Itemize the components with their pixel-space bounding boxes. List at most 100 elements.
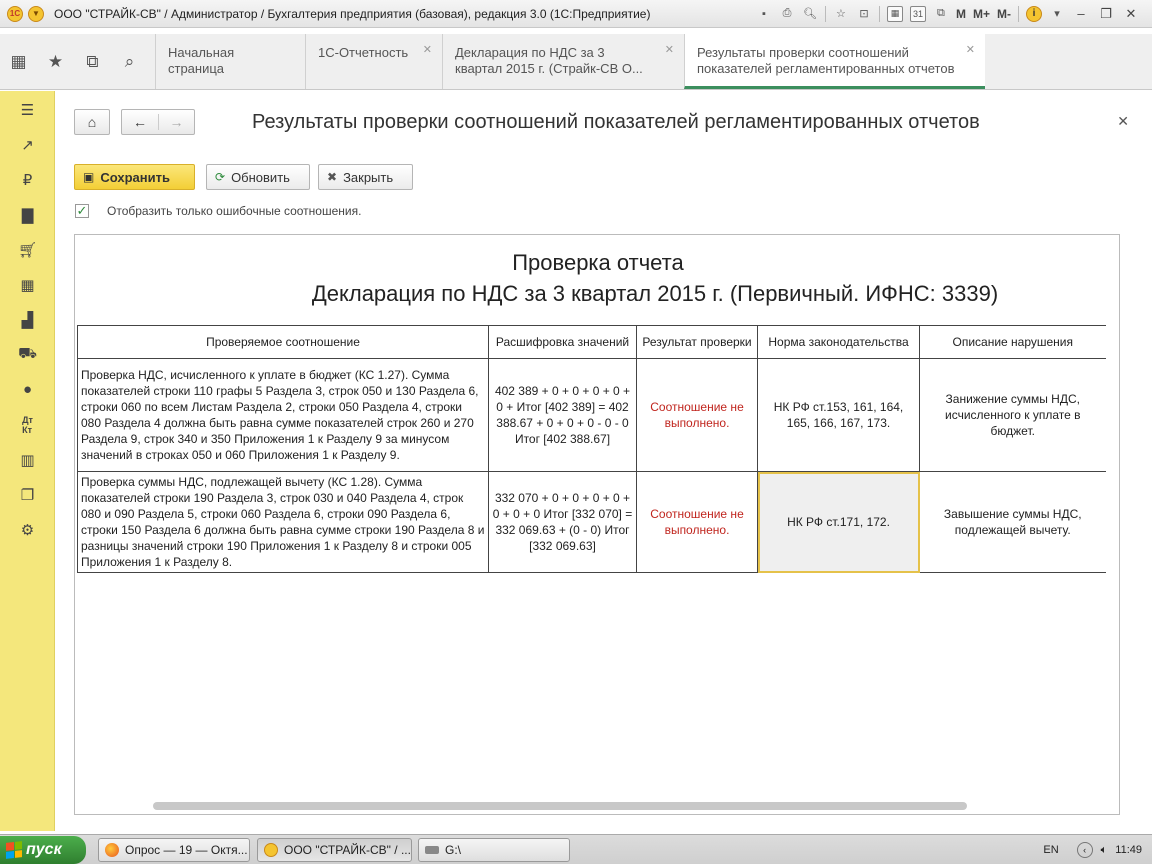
task-label: ООО "СТРАЙК-СВ" / ... bbox=[284, 843, 411, 857]
chevron-down-icon[interactable]: ▾ bbox=[1049, 6, 1065, 22]
start-label: пуск bbox=[26, 841, 62, 858]
horizontal-scrollbar[interactable] bbox=[153, 802, 967, 810]
os-taskbar: пуск Опрос — 19 — Октя... ООО "СТРАЙК-СВ… bbox=[0, 834, 1152, 864]
preview-icon[interactable]: 🔍︎ bbox=[802, 6, 818, 22]
table-row: Проверка НДС, исчисленного к уплате в бю… bbox=[77, 358, 1106, 472]
taskbar-item-1c[interactable]: ООО "СТРАЙК-СВ" / ... bbox=[257, 838, 412, 862]
refresh-icon: ⟳ bbox=[215, 170, 226, 184]
table-header-row: Проверяемое соотношение Расшифровка знач… bbox=[77, 325, 1106, 359]
values-cell[interactable]: 332 070 + 0 + 0 + 0 + 0 + 0 + 0 + 0 Итог… bbox=[488, 471, 637, 573]
memory-m-minus-button[interactable]: M- bbox=[997, 7, 1011, 21]
tab-home[interactable]: Начальная страница bbox=[155, 34, 305, 89]
tab-check-results[interactable]: Результаты проверки соотношений показате… bbox=[684, 34, 985, 89]
factory-icon[interactable]: ▟ bbox=[0, 302, 55, 337]
task-label: Опрос — 19 — Октя... bbox=[125, 843, 248, 857]
main-menu-dropdown-icon[interactable]: ▼ bbox=[28, 5, 44, 22]
result-cell[interactable]: Соотношение не выполнено. bbox=[636, 471, 758, 573]
firefox-icon bbox=[105, 843, 119, 857]
print-icon[interactable]: ⎙ bbox=[779, 6, 795, 22]
bag-icon[interactable]: ▇ bbox=[0, 197, 55, 232]
save-icon[interactable]: ▪ bbox=[756, 6, 772, 22]
close-tab-icon[interactable]: ✕ bbox=[665, 42, 674, 58]
home-icon: ⌂ bbox=[87, 114, 97, 130]
person-icon[interactable]: ● bbox=[0, 372, 55, 407]
bar-chart-icon[interactable]: ▥ bbox=[0, 442, 55, 477]
tab-label: Результаты проверки соотношений показате… bbox=[697, 45, 955, 76]
refresh-button[interactable]: ⟳ Обновить bbox=[206, 164, 310, 190]
apps-grid-icon[interactable]: ▦ bbox=[0, 52, 37, 72]
violation-cell[interactable]: Занижение суммы НДС, исчисленного к упла… bbox=[919, 358, 1106, 472]
refresh-button-label: Обновить bbox=[231, 169, 290, 185]
tab-vat-declaration[interactable]: Декларация по НДС за 3 квартал 2015 г. (… bbox=[442, 34, 684, 89]
ruble-icon[interactable]: ₽ bbox=[0, 162, 55, 197]
close-button[interactable]: ✖ Закрыть bbox=[318, 164, 413, 190]
window-title: ООО "СТРАЙК-СВ" / Администратор / Бухгал… bbox=[54, 6, 651, 21]
start-button[interactable]: пуск bbox=[0, 836, 86, 864]
search-icon[interactable]: ⌕ bbox=[111, 52, 148, 72]
truck-icon[interactable]: ⛟ bbox=[0, 337, 55, 372]
debit-credit-icon[interactable]: Дт Кт bbox=[0, 407, 55, 442]
report-subheading: Декларация по НДС за 3 квартал 2015 г. (… bbox=[311, 281, 999, 306]
info-icon[interactable]: i bbox=[1026, 5, 1042, 22]
back-arrow-icon[interactable]: ← bbox=[122, 114, 158, 130]
floppy-icon: ▣ bbox=[83, 170, 95, 184]
warehouse-icon[interactable]: ▦ bbox=[0, 267, 55, 302]
home-button[interactable]: ⌂ bbox=[74, 109, 110, 135]
sections-sidebar: ☰ ↗ ₽ ▇ 🛒︎ ▦ ▟ ⛟ ● Дт Кт ▥ ❐ ⚙ bbox=[0, 91, 55, 831]
app-logo-icon[interactable]: 1С bbox=[7, 5, 23, 22]
history-icon[interactable]: ⧉ bbox=[74, 52, 111, 72]
memory-m-button[interactable]: M bbox=[956, 7, 966, 21]
report-heading: Проверка отчета bbox=[512, 250, 684, 275]
tab-label: Начальная страница bbox=[168, 45, 235, 76]
favorites-icon[interactable]: ☆ bbox=[833, 6, 849, 22]
tab-1c-reporting[interactable]: 1С-Отчетность ✕ bbox=[305, 34, 442, 89]
close-tab-icon[interactable]: ✕ bbox=[966, 42, 975, 58]
law-cell-selected[interactable]: НК РФ ст.171, 172. bbox=[757, 471, 920, 573]
back-forward-buttons[interactable]: ← → bbox=[121, 109, 195, 135]
values-cell[interactable]: 402 389 + 0 + 0 + 0 + 0 + 0 + Итог [402 … bbox=[488, 358, 637, 472]
close-form-icon[interactable]: ✕ bbox=[1117, 113, 1129, 130]
documents-icon[interactable]: ❐ bbox=[0, 477, 55, 512]
page-title: Результаты проверки соотношений показате… bbox=[252, 111, 980, 133]
calculator-icon[interactable]: ▦ bbox=[886, 5, 903, 22]
check-results-table: Проверяемое соотношение Расшифровка знач… bbox=[77, 325, 1106, 573]
result-cell[interactable]: Соотношение не выполнено. bbox=[636, 358, 758, 472]
save-button-label: Сохранить bbox=[100, 169, 170, 185]
restore-button[interactable]: ❐ bbox=[1097, 6, 1115, 22]
link-icon[interactable]: ⧉ bbox=[933, 6, 949, 22]
relation-cell[interactable]: Проверка НДС, исчисленного к уплате в бю… bbox=[77, 358, 489, 472]
tab-bar: ▦ ★ ⧉ ⌕ Начальная страница 1С-Отчетность… bbox=[0, 34, 1152, 90]
relation-cell[interactable]: Проверка суммы НДС, подлежащей вычету (К… bbox=[77, 471, 489, 573]
close-tab-icon[interactable]: ✕ bbox=[423, 42, 432, 58]
forward-arrow-icon[interactable]: → bbox=[158, 114, 194, 130]
calendar-icon[interactable]: 31 bbox=[909, 5, 926, 22]
volume-icon[interactable]: 🔈︎ bbox=[1101, 844, 1108, 857]
chart-trend-icon[interactable]: ↗ bbox=[0, 127, 55, 162]
report-sheet: Проверка отчета Декларация по НДС за 3 к… bbox=[74, 234, 1120, 815]
memory-m-plus-button[interactable]: M+ bbox=[973, 7, 990, 21]
main-panel: ⌂ ← → Результаты проверки соотношений по… bbox=[55, 91, 1147, 831]
tray-back-icon[interactable]: ‹ bbox=[1076, 842, 1093, 858]
star-icon[interactable]: ★ bbox=[37, 52, 74, 72]
close-button-label: Закрыть bbox=[343, 169, 394, 185]
separator bbox=[878, 5, 880, 22]
drive-icon bbox=[425, 846, 439, 854]
minimize-button[interactable]: – bbox=[1072, 6, 1090, 21]
language-indicator[interactable]: EN bbox=[1043, 844, 1058, 856]
clock[interactable]: 11:49 bbox=[1115, 844, 1142, 856]
history-icon[interactable]: ⊡ bbox=[856, 6, 872, 22]
taskbar-item-browser[interactable]: Опрос — 19 — Октя... bbox=[98, 838, 250, 862]
violation-cell[interactable]: Завышение суммы НДС, подлежащей вычету. bbox=[919, 471, 1106, 573]
column-header: Норма законодательства bbox=[757, 325, 920, 359]
gear-icon[interactable]: ⚙ bbox=[0, 512, 55, 547]
cart-icon[interactable]: 🛒︎ bbox=[0, 232, 55, 267]
only-errors-checkbox[interactable]: ✓ bbox=[75, 203, 89, 218]
table-row: Проверка суммы НДС, подлежащей вычету (К… bbox=[77, 471, 1106, 573]
menu-icon[interactable]: ☰ bbox=[0, 92, 55, 127]
taskbar-item-explorer[interactable]: G:\ bbox=[418, 838, 570, 862]
law-cell[interactable]: НК РФ ст.153, 161, 164, 165, 166, 167, 1… bbox=[757, 358, 920, 472]
close-window-button[interactable]: ✕ bbox=[1122, 6, 1140, 22]
system-tray: EN ‹ 🔈︎ 11:49 bbox=[1043, 835, 1152, 864]
separator bbox=[1018, 5, 1019, 22]
save-button[interactable]: ▣ Сохранить bbox=[74, 164, 195, 190]
